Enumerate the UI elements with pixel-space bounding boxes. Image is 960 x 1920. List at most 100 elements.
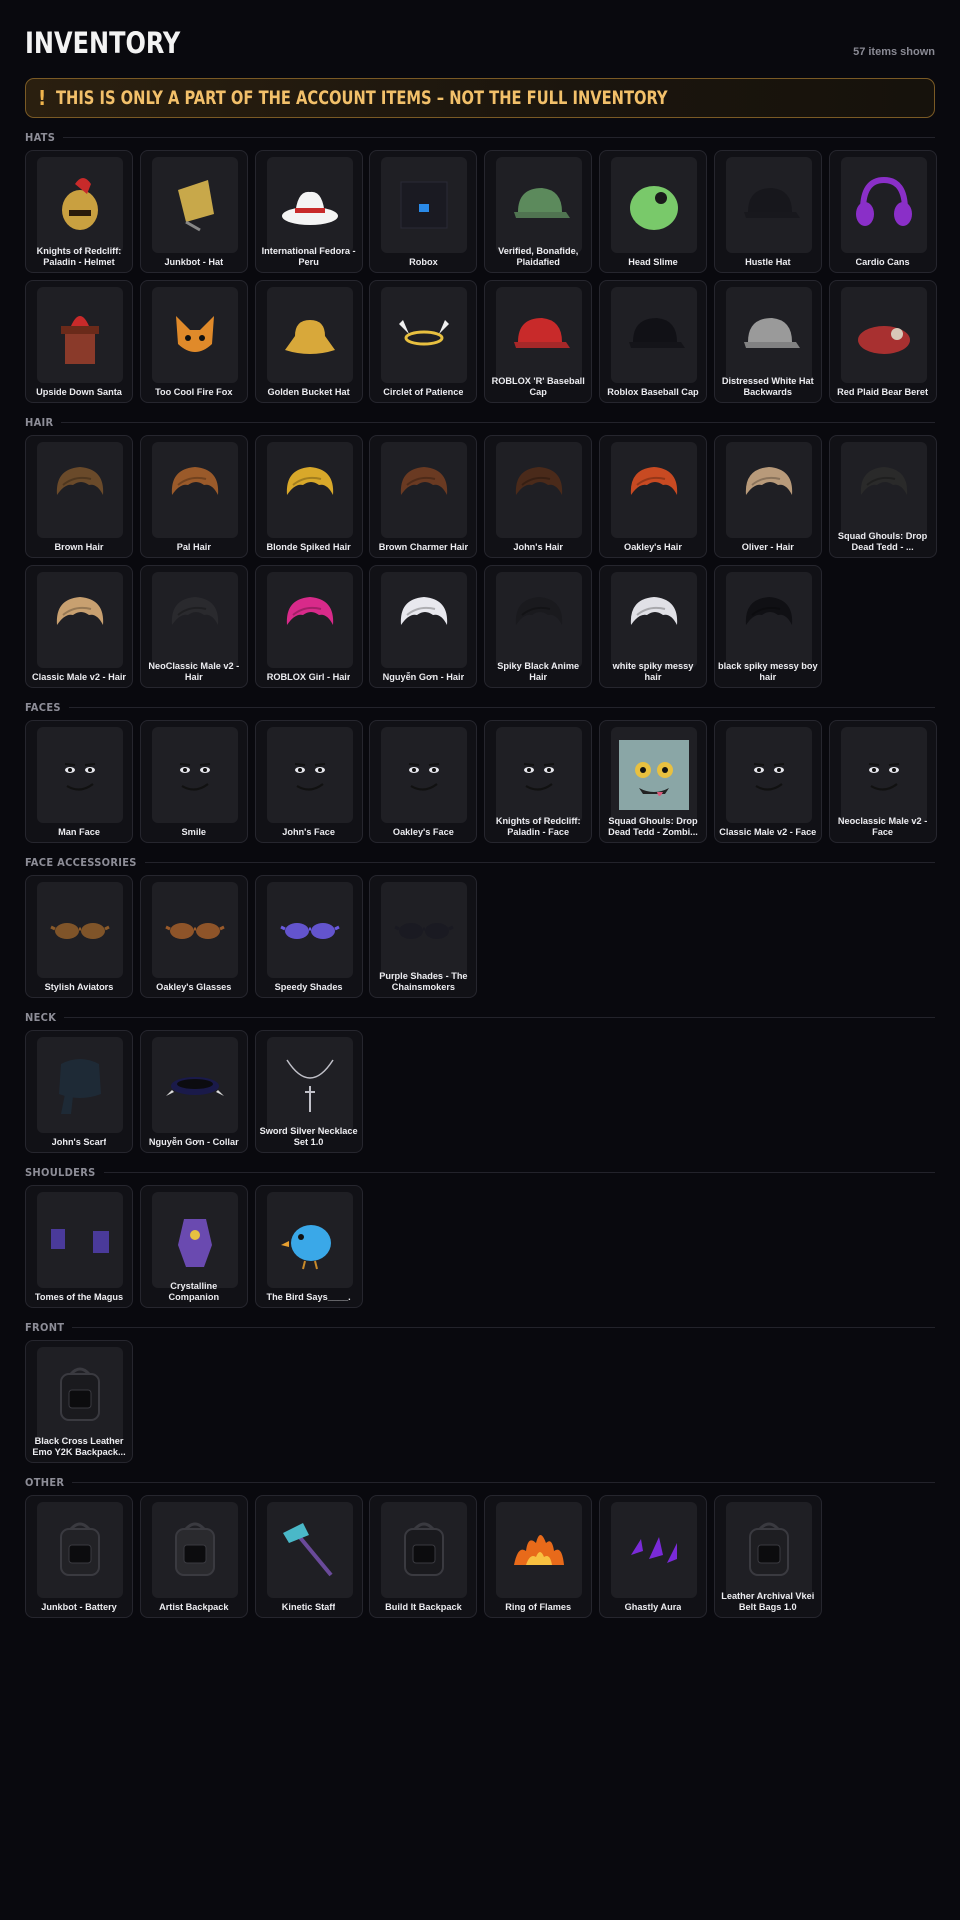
item-card[interactable]: Classic Male v2 - Hair <box>25 565 133 688</box>
item-card[interactable]: Sword Silver Necklace Set 1.0 <box>254 1030 363 1153</box>
item-card[interactable]: Squad Ghouls: Drop Dead Tedd - Zombi... <box>598 720 707 843</box>
item-card[interactable]: Robox <box>369 150 478 273</box>
item-card[interactable]: Purple Shades - The Chainsmokers <box>369 875 478 998</box>
sections: HATS Knights of Redcliff: Paladin - Helme… <box>25 130 937 1618</box>
item-card[interactable]: Red Plaid Bear Beret <box>828 280 937 403</box>
item-card[interactable]: Cardio Cans <box>828 150 937 273</box>
item-card[interactable]: Blonde Spiked Hair <box>254 435 363 558</box>
face-icon <box>381 727 468 823</box>
item-card[interactable]: Classic Male v2 - Face <box>713 720 822 843</box>
hair-icon <box>725 572 812 668</box>
hair-icon <box>496 442 583 538</box>
item-card[interactable]: Head Slime <box>598 150 707 273</box>
item-card[interactable]: Squad Ghouls: Drop Dead Tedd - ... <box>828 435 937 558</box>
hair-icon <box>381 442 468 538</box>
item-name: Sword Silver Necklace Set 1.0 <box>259 1126 358 1147</box>
item-card[interactable]: Oakley's Glasses <box>139 875 248 998</box>
item-name-wrap: Circlet of Patience <box>373 375 473 397</box>
item-name-wrap: Cardio Cans <box>833 245 933 267</box>
item-name: Purple Shades - The Chainsmokers <box>379 971 468 992</box>
item-card[interactable]: Artist Backpack <box>139 1495 248 1618</box>
section-divider <box>103 1171 935 1173</box>
item-name: Oakley's Glasses <box>156 981 232 992</box>
item-card[interactable]: Hustle Hat <box>713 150 822 273</box>
item-card[interactable]: Kinetic Staff <box>254 1495 363 1618</box>
item-card[interactable]: Oliver - Hair <box>713 435 822 558</box>
section-divider <box>63 136 935 138</box>
item-card[interactable]: Ring of Flames <box>484 1495 593 1618</box>
item-card[interactable]: ROBLOX Girl - Hair <box>254 565 363 688</box>
headphones-icon <box>840 157 927 253</box>
item-card[interactable]: Golden Bucket Hat <box>254 280 363 403</box>
item-card[interactable]: Knights of Redcliff: Paladin - Face <box>484 720 593 843</box>
item-name-wrap: International Fedora - Peru <box>259 245 359 267</box>
item-card[interactable]: Upside Down Santa <box>25 280 133 403</box>
item-name: black spiky messy boy hair <box>717 661 818 682</box>
item-card[interactable]: white spiky messy hair <box>598 565 707 688</box>
item-card[interactable]: Nguyễn Gơn - Hair <box>369 565 478 688</box>
section-header: FACES <box>25 700 935 714</box>
item-name-wrap: Crystalline Companion <box>144 1280 244 1302</box>
helmet-icon <box>37 157 123 253</box>
item-card[interactable]: Verified, Bonafide, Plaidafied <box>484 150 593 273</box>
item-card[interactable]: Too Cool Fire Fox <box>139 280 248 403</box>
item-name-wrap: Distressed White Hat Backwards <box>718 375 818 397</box>
item-card[interactable]: Black Cross Leather Emo Y2K Backpack... <box>25 1340 133 1463</box>
book-icon <box>37 1192 123 1288</box>
section-faces: FACES Man Face Smile John's Face Oakley's Fa… <box>25 700 937 843</box>
section-other: OTHER Junkbot - Battery Artist Backpack Kin… <box>25 1475 935 1618</box>
item-name-wrap: Classic Male v2 - Face <box>718 815 818 837</box>
item-name: Classic Male v2 - Face <box>719 826 817 837</box>
item-card[interactable]: Brown Hair <box>25 435 133 558</box>
item-card[interactable]: Oakley's Hair <box>598 435 707 558</box>
item-card[interactable]: International Fedora - Peru <box>254 150 363 273</box>
beret-icon <box>840 287 927 383</box>
item-card[interactable]: John's Hair <box>484 435 593 558</box>
item-card[interactable]: Crystalline Companion <box>139 1185 248 1308</box>
item-card[interactable]: John's Scarf <box>25 1030 133 1153</box>
item-card[interactable]: Tomes of the Magus <box>25 1185 133 1308</box>
item-name: Too Cool Fire Fox <box>155 386 233 397</box>
item-card[interactable]: Smile <box>139 720 248 843</box>
item-name: Ghastly Aura <box>624 1601 682 1612</box>
item-name: Circlet of Patience <box>383 386 464 397</box>
item-name: Brown Charmer Hair <box>378 541 469 552</box>
item-card[interactable]: Junkbot - Battery <box>25 1495 133 1618</box>
section-header: FACE ACCESSORIES <box>25 855 935 869</box>
item-card[interactable]: NeoClassic Male v2 - Hair <box>139 565 248 688</box>
item-card[interactable]: The Bird Says____. <box>254 1185 363 1308</box>
item-card[interactable]: John's Face <box>254 720 363 843</box>
item-card[interactable]: black spiky messy boy hair <box>713 565 822 688</box>
item-name: Junkbot - Hat <box>164 256 224 267</box>
item-card[interactable]: Spiky Black Anime Hair <box>484 565 593 688</box>
item-card[interactable]: Pal Hair <box>139 435 248 558</box>
item-card[interactable]: Roblox Baseball Cap <box>598 280 707 403</box>
item-card[interactable]: Neoclassic Male v2 - Face <box>828 720 937 843</box>
item-card[interactable]: Junkbot - Hat <box>139 150 248 273</box>
item-card[interactable]: ROBLOX 'R' Baseball Cap <box>484 280 593 403</box>
item-name-wrap: Black Cross Leather Emo Y2K Backpack... <box>29 1435 129 1457</box>
item-name: Blonde Spiked Hair <box>266 541 351 552</box>
item-name-wrap: Kinetic Staff <box>259 1590 359 1612</box>
items-count: 57 items shown <box>853 46 935 58</box>
item-card[interactable]: Ghastly Aura <box>598 1495 707 1618</box>
item-card[interactable]: Oakley's Face <box>369 720 478 843</box>
item-name: Spiky Black Anime Hair <box>497 661 580 682</box>
item-card[interactable]: Speedy Shades <box>254 875 363 998</box>
item-card[interactable]: Man Face <box>25 720 133 843</box>
item-card[interactable]: Distressed White Hat Backwards <box>713 280 822 403</box>
item-card[interactable]: Leather Archival Vkei Belt Bags 1.0 <box>713 1495 822 1618</box>
cap-icon <box>610 287 697 383</box>
item-card[interactable]: Knights of Redcliff: Paladin - Helmet <box>25 150 133 273</box>
hair-icon <box>151 572 238 668</box>
item-name-wrap: ROBLOX Girl - Hair <box>259 660 359 682</box>
section-title: FRONT <box>25 1320 65 1334</box>
item-card[interactable]: Build It Backpack <box>369 1495 478 1618</box>
backpack-icon <box>151 1502 238 1598</box>
item-card[interactable]: Circlet of Patience <box>369 280 478 403</box>
item-name-wrap: John's Scarf <box>29 1125 129 1147</box>
item-card[interactable]: Brown Charmer Hair <box>369 435 478 558</box>
item-name: ROBLOX Girl - Hair <box>266 671 351 682</box>
item-card[interactable]: Nguyễn Gơn - Collar <box>139 1030 248 1153</box>
item-card[interactable]: Stylish Aviators <box>25 875 133 998</box>
